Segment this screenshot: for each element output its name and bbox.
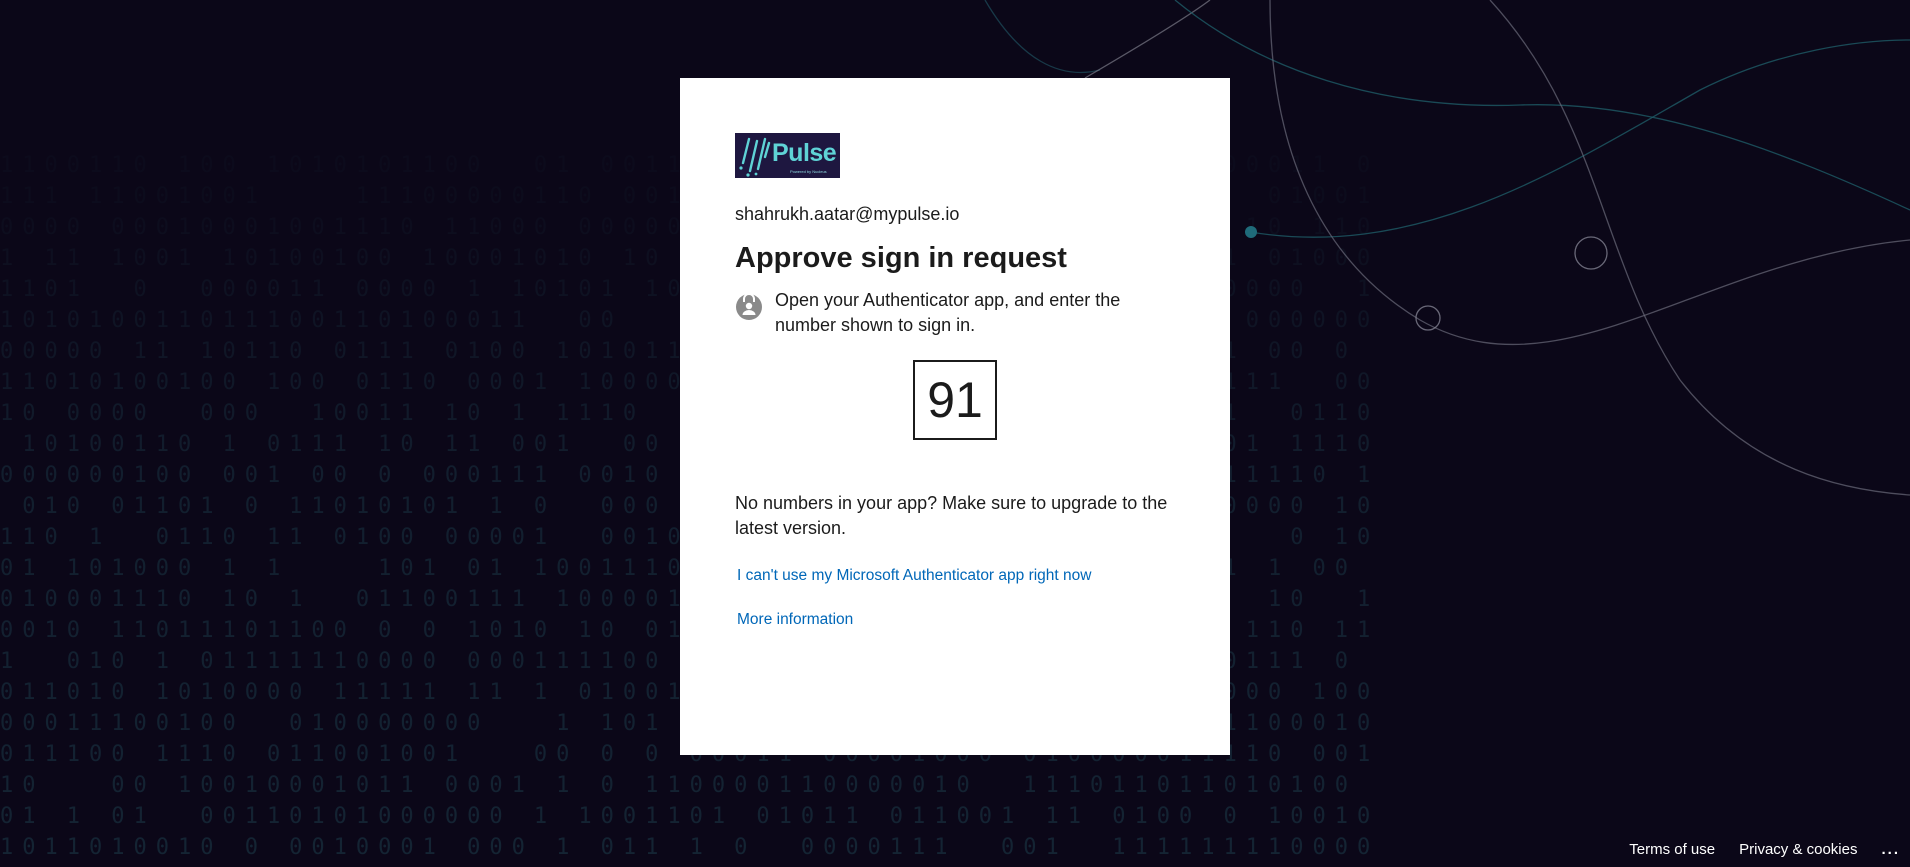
terms-of-use-link[interactable]: Terms of use bbox=[1629, 841, 1715, 858]
more-information-link[interactable]: More information bbox=[737, 611, 1175, 629]
authenticator-lock-icon bbox=[736, 293, 762, 320]
footer: Terms of use Privacy & cookies ... bbox=[1629, 831, 1910, 867]
logo-brand-text: Pulse bbox=[772, 139, 837, 167]
logo-tagline: Powered by Nucleus bbox=[790, 169, 827, 174]
sign-in-card: Pulse Powered by Nucleus shahrukh.aatar@… bbox=[680, 78, 1230, 755]
more-options-button[interactable]: ... bbox=[1881, 841, 1900, 858]
privacy-cookies-link[interactable]: Privacy & cookies bbox=[1739, 841, 1857, 858]
sign-in-number: 91 bbox=[913, 360, 997, 440]
cant-use-authenticator-link[interactable]: I can't use my Microsoft Authenticator a… bbox=[737, 567, 1175, 585]
upgrade-notice: No numbers in your app? Make sure to upg… bbox=[735, 493, 1168, 538]
logo-mark-icon bbox=[739, 137, 771, 177]
page-title: Approve sign in request bbox=[735, 242, 1067, 274]
pulse-logo: Pulse Powered by Nucleus bbox=[735, 133, 840, 178]
account-identity: shahrukh.aatar@mypulse.io bbox=[735, 204, 960, 224]
instruction-row: Open your Authenticator app, and enter t… bbox=[735, 288, 1175, 338]
instruction-text: Open your Authenticator app, and enter t… bbox=[775, 290, 1121, 335]
